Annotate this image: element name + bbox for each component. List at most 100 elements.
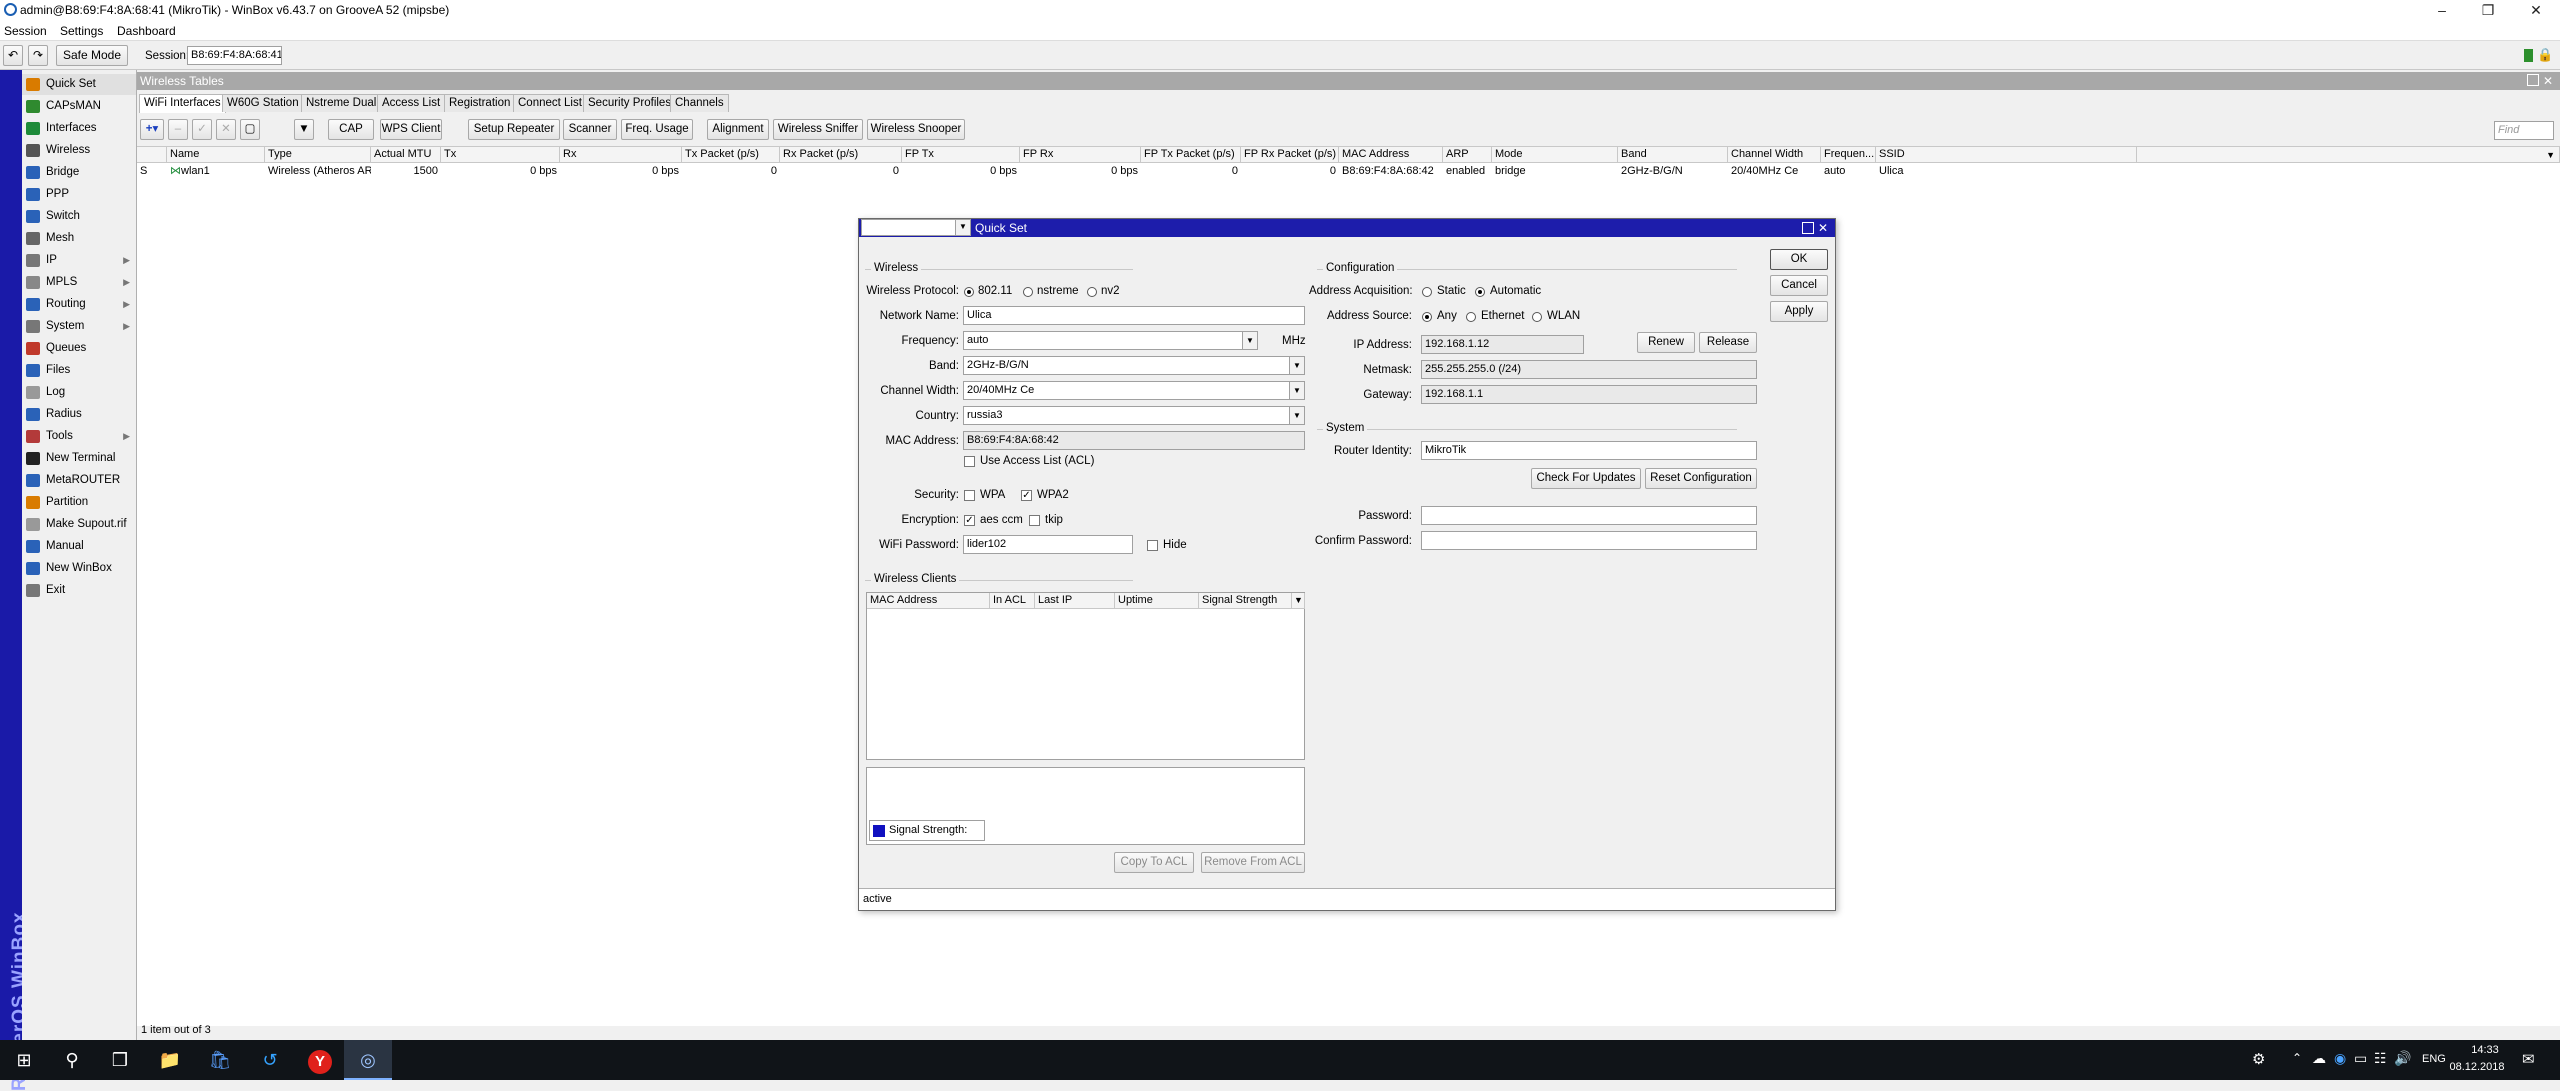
band-select[interactable]: 2GHz-B/G/N ▼ xyxy=(963,356,1305,375)
sidebar-item-queues[interactable]: Queues xyxy=(22,338,136,359)
check-for-updates-button[interactable]: Check For Updates xyxy=(1531,468,1641,489)
wps-client-button[interactable]: WPS Client xyxy=(380,119,442,140)
network-name-input[interactable]: Ulica xyxy=(963,306,1305,325)
disable-button[interactable]: ✕ xyxy=(216,119,236,140)
password-input[interactable] xyxy=(1421,506,1757,525)
sidebar-item-mesh[interactable]: Mesh xyxy=(22,228,136,249)
sidebar-item-routing[interactable]: Routing ▶ xyxy=(22,294,136,315)
protocol-nstreme-radio[interactable] xyxy=(1023,287,1033,297)
yandex-browser-button[interactable]: Y xyxy=(296,1040,344,1080)
column-header-flags[interactable] xyxy=(137,147,167,163)
client-column-in-acl[interactable]: In ACL xyxy=(990,593,1035,609)
release-button[interactable]: Release xyxy=(1699,332,1757,353)
mode-select[interactable]: PTP Bridge AP ▼ xyxy=(861,219,971,236)
aes-ccm-checkbox[interactable]: ✓ xyxy=(964,515,975,526)
column-header-frequency[interactable]: Frequen... xyxy=(1821,147,1876,163)
sidebar-item-exit[interactable]: Exit xyxy=(22,580,136,601)
protocol-80211-radio[interactable] xyxy=(964,287,974,297)
cancel-button[interactable]: Cancel xyxy=(1770,275,1828,296)
column-chooser-icon[interactable]: ▼ xyxy=(2546,148,2555,162)
column-header-rx-packet[interactable]: Rx Packet (p/s) xyxy=(780,147,902,163)
column-header-arp[interactable]: ARP xyxy=(1443,147,1492,163)
sidebar-item-tools[interactable]: Tools ▶ xyxy=(22,426,136,447)
sidebar-item-system[interactable]: System ▶ xyxy=(22,316,136,337)
tab-connect-list[interactable]: Connect List xyxy=(513,94,587,112)
column-header-fp-rx[interactable]: FP Rx xyxy=(1020,147,1141,163)
volume-icon[interactable]: 🔊 xyxy=(2394,1050,2411,1067)
file-explorer-button[interactable]: 📁 xyxy=(146,1040,194,1080)
task-view-button[interactable]: ❒ xyxy=(96,1040,144,1080)
search-button[interactable]: ⚲ xyxy=(48,1040,96,1080)
wifi-password-input[interactable]: lider102 xyxy=(963,535,1133,554)
sidebar-item-quick-set[interactable]: Quick Set xyxy=(22,74,136,95)
sidebar-item-manual[interactable]: Manual xyxy=(22,536,136,557)
column-header-mac-address[interactable]: MAC Address xyxy=(1339,147,1443,163)
ok-button[interactable]: OK xyxy=(1770,249,1828,270)
source-wlan-radio[interactable] xyxy=(1532,312,1542,322)
find-input[interactable]: Find xyxy=(2494,121,2554,140)
close-icon[interactable]: ✕ xyxy=(2543,72,2553,90)
apply-button[interactable]: Apply xyxy=(1770,301,1828,322)
cloud-icon[interactable]: ☁ xyxy=(2312,1050,2326,1067)
close-icon[interactable]: ✕ xyxy=(1818,219,1828,237)
sidebar-item-wireless[interactable]: Wireless xyxy=(22,140,136,161)
sidebar-item-metarouter[interactable]: MetaROUTER xyxy=(22,470,136,491)
filter-button[interactable]: ▼ xyxy=(294,119,314,140)
redo-button[interactable]: ↷ xyxy=(28,45,48,66)
reset-configuration-button[interactable]: Reset Configuration xyxy=(1645,468,1757,489)
edge-button[interactable]: ↺ xyxy=(246,1040,294,1080)
country-select[interactable]: russia3 ▼ xyxy=(963,406,1305,425)
maximize-icon[interactable] xyxy=(1802,222,1814,234)
column-header-tx-packet[interactable]: Tx Packet (p/s) xyxy=(682,147,780,163)
comment-button[interactable]: ▢ xyxy=(240,119,260,140)
column-header-tx[interactable]: Tx xyxy=(441,147,560,163)
frequency-input[interactable]: auto ▼ xyxy=(963,331,1258,350)
sidebar-item-mpls[interactable]: MPLS ▶ xyxy=(22,272,136,293)
column-header-name[interactable]: Name xyxy=(167,147,265,163)
column-header-channel-width[interactable]: Channel Width xyxy=(1728,147,1821,163)
battery-icon[interactable]: ▭ xyxy=(2354,1050,2367,1067)
sidebar-item-files[interactable]: Files xyxy=(22,360,136,381)
minimize-icon[interactable]: – xyxy=(2420,0,2464,21)
sidebar-item-new-terminal[interactable]: New Terminal xyxy=(22,448,136,469)
protocol-nv2-radio[interactable] xyxy=(1087,287,1097,297)
client-column-mac[interactable]: MAC Address xyxy=(867,593,990,609)
client-column-uptime[interactable]: Uptime xyxy=(1115,593,1199,609)
freq-usage-button[interactable]: Freq. Usage xyxy=(621,119,693,140)
renew-button[interactable]: Renew xyxy=(1637,332,1695,353)
chevron-up-icon[interactable]: ⌃ xyxy=(2292,1051,2302,1065)
alignment-button[interactable]: Alignment xyxy=(707,119,769,140)
winbox-taskbar-button[interactable]: ◎ xyxy=(344,1040,392,1080)
wpa2-checkbox[interactable]: ✓ xyxy=(1021,490,1032,501)
scanner-button[interactable]: Scanner xyxy=(563,119,617,140)
use-acl-checkbox[interactable] xyxy=(964,456,975,467)
sidebar-item-log[interactable]: Log xyxy=(22,382,136,403)
clock-time[interactable]: 14:33 xyxy=(2461,1044,2509,1056)
store-button[interactable]: 🛍 xyxy=(196,1040,244,1080)
client-column-last-ip[interactable]: Last IP xyxy=(1035,593,1115,609)
tab-w60g-station[interactable]: W60G Station xyxy=(222,94,304,112)
add-button[interactable]: +▾ xyxy=(140,119,164,140)
restore-icon[interactable]: ❐ xyxy=(2466,0,2510,21)
remove-from-acl-button[interactable]: Remove From ACL xyxy=(1201,852,1305,873)
source-ethernet-radio[interactable] xyxy=(1466,312,1476,322)
session-field[interactable]: B8:69:F4:8A:68:41 xyxy=(187,46,282,65)
menu-dashboard[interactable]: Dashboard xyxy=(117,24,176,38)
router-identity-input[interactable]: MikroTik xyxy=(1421,441,1757,460)
remove-button[interactable]: – xyxy=(168,119,188,140)
wireless-sniffer-button[interactable]: Wireless Sniffer xyxy=(773,119,863,140)
column-chooser-icon[interactable]: ▼ xyxy=(1292,593,1305,609)
confirm-password-input[interactable] xyxy=(1421,531,1757,550)
sidebar-item-ppp[interactable]: PPP xyxy=(22,184,136,205)
automatic-radio[interactable] xyxy=(1475,287,1485,297)
tkip-checkbox[interactable] xyxy=(1029,515,1040,526)
table-row[interactable]: S ⋈wlan1 Wireless (Atheros AR9... 1500 0… xyxy=(137,163,2137,179)
setup-repeater-button[interactable]: Setup Repeater xyxy=(468,119,560,140)
sidebar-item-interfaces[interactable]: Interfaces xyxy=(22,118,136,139)
sidebar-item-make-supout[interactable]: Make Supout.rif xyxy=(22,514,136,535)
sidebar-item-new-winbox[interactable]: New WinBox xyxy=(22,558,136,579)
cap-button[interactable]: CAP xyxy=(328,119,374,140)
column-header-mode[interactable]: Mode xyxy=(1492,147,1618,163)
column-header-ssid[interactable]: SSID xyxy=(1876,147,2137,163)
menu-settings[interactable]: Settings xyxy=(60,24,103,38)
